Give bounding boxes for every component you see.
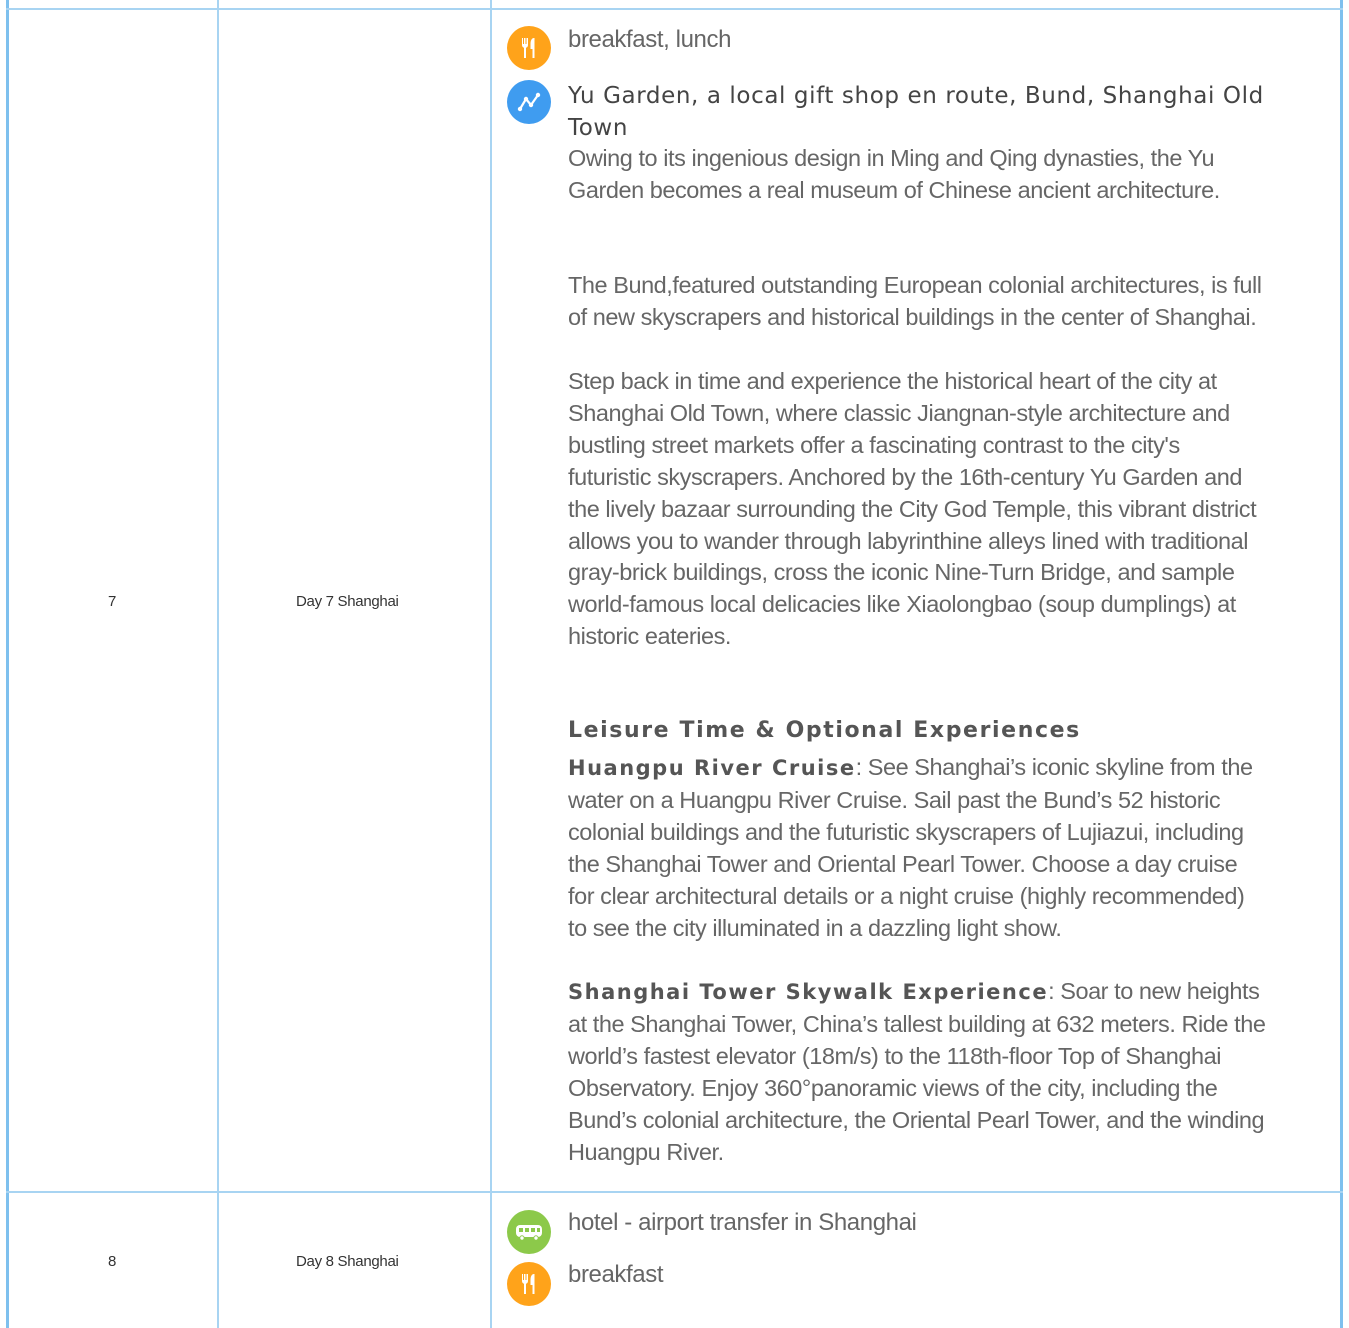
optional-experience: Shanghai Tower Skywalk Experience: Soar … [568, 976, 1268, 1168]
column-divider-1 [217, 0, 219, 1328]
optional-experience-text: : See Shanghai’s iconic skyline from the… [568, 754, 1253, 941]
row-top-border [6, 8, 1343, 10]
route-icon [507, 80, 551, 124]
optional-experience: Huangpu River Cruise: See Shanghai’s ico… [568, 752, 1268, 944]
fork-knife-icon [507, 1262, 551, 1306]
day-label: Day 8 Shanghai [296, 1253, 399, 1270]
day-number: 7 [108, 593, 117, 610]
row-divider [6, 1191, 1343, 1193]
optional-experience-name: Huangpu River Cruise [568, 756, 856, 780]
table-left-border [6, 0, 9, 1328]
meals-text: breakfast, lunch [568, 26, 732, 53]
description-paragraph: Step back in time and experience the his… [568, 368, 1257, 650]
column-divider-2 [490, 0, 492, 1328]
meals-text: breakfast [568, 1261, 664, 1288]
table-right-border [1340, 0, 1343, 1328]
optional-experience-text: : Soar to new heights at the Shanghai To… [568, 978, 1266, 1165]
route-title: Yu Garden, a local gift shop en route, B… [568, 83, 1264, 141]
day-label: Day 7 Shanghai [296, 593, 399, 610]
transfer-text: hotel - airport transfer in Shanghai [568, 1209, 917, 1236]
description-paragraph: The Bund,featured outstanding European c… [568, 272, 1262, 330]
description-paragraph: Owing to its ingenious design in Ming an… [568, 145, 1220, 203]
optional-experience-name: Shanghai Tower Skywalk Experience [568, 980, 1049, 1004]
itinerary-table: 7 Day 7 Shanghai breakfast, lunch Yu Gar… [0, 0, 1349, 1328]
optional-experiences-heading: Leisure Time & Optional Experiences [568, 718, 1081, 743]
fork-knife-icon [507, 26, 551, 70]
bus-icon [507, 1210, 551, 1254]
day-number: 8 [108, 1253, 117, 1270]
